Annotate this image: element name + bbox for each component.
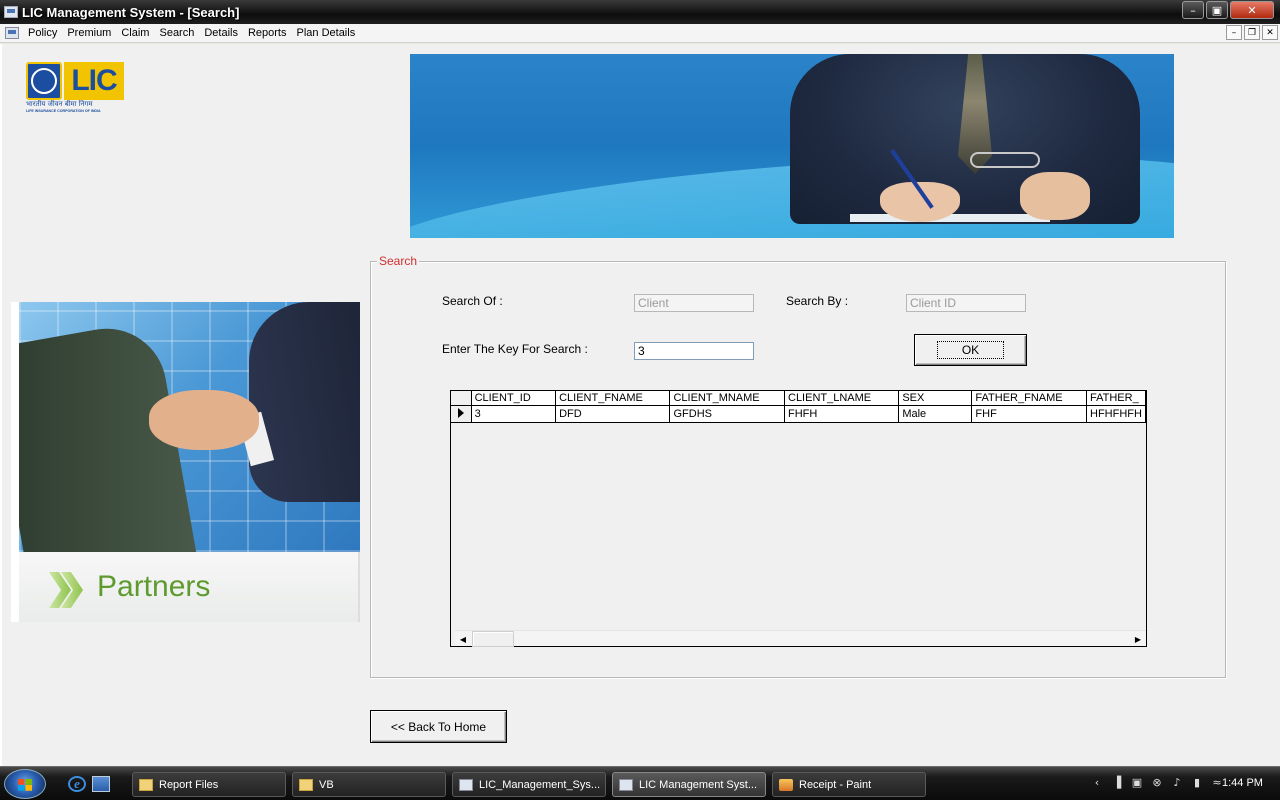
window-title: LIC Management System - [Search] bbox=[22, 4, 240, 20]
grid-header-row: CLIENT_ID CLIENT_FNAME CLIENT_MNAME CLIE… bbox=[451, 391, 1146, 406]
volume-icon[interactable]: ♪ bbox=[1170, 775, 1184, 789]
app-icon bbox=[619, 778, 633, 791]
lic-logo: LIC भारतीय जीवन बीमा निगम LIFE INSURANCE… bbox=[26, 62, 124, 114]
table-row[interactable]: 3 DFD GFDHS FHFH Male FHF HFHFHFH bbox=[451, 405, 1146, 423]
partners-image: Partners bbox=[11, 302, 360, 622]
title-bar: LIC Management System - [Search] – ▣ ✕ bbox=[0, 0, 1280, 24]
results-table: CLIENT_ID CLIENT_FNAME CLIENT_MNAME CLIE… bbox=[451, 391, 1146, 423]
menu-search[interactable]: Search bbox=[154, 27, 199, 39]
menu-details[interactable]: Details bbox=[199, 27, 243, 39]
taskbar-item-lic-system[interactable]: LIC Management Syst... bbox=[612, 772, 766, 797]
app-icon bbox=[459, 778, 473, 791]
grid-cell[interactable]: DFD bbox=[555, 405, 671, 423]
column-header[interactable]: CLIENT_MNAME bbox=[669, 391, 785, 406]
network-signal-icon[interactable]: ▐ bbox=[1110, 775, 1124, 789]
start-button[interactable] bbox=[4, 769, 46, 799]
column-header[interactable]: CLIENT_LNAME bbox=[784, 391, 900, 406]
search-frame-legend: Search bbox=[377, 254, 420, 268]
search-key-input[interactable] bbox=[634, 342, 754, 360]
close-button[interactable]: ✕ bbox=[1230, 1, 1274, 19]
show-desktop-icon[interactable] bbox=[92, 776, 110, 792]
taskbar-item-label: Receipt - Paint bbox=[799, 778, 872, 791]
child-close-button[interactable]: ✕ bbox=[1262, 25, 1278, 40]
grid-cell[interactable]: FHF bbox=[971, 405, 1088, 423]
folder-icon bbox=[299, 778, 313, 791]
search-key-label: Enter The Key For Search : bbox=[442, 342, 588, 356]
menu-reports[interactable]: Reports bbox=[243, 27, 292, 39]
partners-label: Partners bbox=[97, 570, 211, 603]
ok-button-label: OK bbox=[936, 341, 1005, 359]
lic-logo-text: LIC bbox=[64, 62, 124, 100]
results-grid[interactable]: CLIENT_ID CLIENT_FNAME CLIENT_MNAME CLIE… bbox=[450, 390, 1147, 647]
banner-hand-right bbox=[1020, 172, 1090, 220]
ok-button[interactable]: OK bbox=[914, 334, 1027, 366]
taskbar-item-report-files[interactable]: Report Files bbox=[132, 772, 286, 797]
lic-emblem-icon bbox=[26, 62, 62, 100]
system-tray: ‹ ▐ ▣ ⊗ ♪ ▮ ≈ bbox=[1090, 775, 1224, 789]
back-to-home-button[interactable]: << Back To Home bbox=[370, 710, 507, 743]
taskbar-item-label: LIC_Management_Sys... bbox=[479, 778, 601, 791]
lic-english-name: LIFE INSURANCE CORPORATION OF INDIA bbox=[26, 109, 101, 113]
grid-horizontal-scrollbar[interactable]: ◀ ▶ bbox=[455, 630, 1146, 647]
grid-cell[interactable]: Male bbox=[898, 405, 973, 423]
column-header[interactable]: SEX bbox=[898, 391, 973, 406]
menu-plan-details[interactable]: Plan Details bbox=[292, 27, 361, 39]
column-header[interactable]: FATHER_ bbox=[1086, 391, 1146, 406]
network-icon[interactable]: ▣ bbox=[1130, 775, 1144, 789]
app-root: LIC Management System - [Search] – ▣ ✕ P… bbox=[0, 0, 1280, 800]
app-icon bbox=[4, 6, 18, 18]
mdi-child-controls: – ❐ ✕ bbox=[1226, 25, 1278, 40]
lic-hindi-name: भारतीय जीवन बीमा निगम bbox=[26, 100, 93, 108]
column-header[interactable]: CLIENT_ID bbox=[471, 391, 557, 406]
handshake-photo bbox=[19, 302, 360, 552]
menu-claim[interactable]: Claim bbox=[116, 27, 154, 39]
row-selector[interactable] bbox=[451, 405, 472, 423]
show-hidden-icons-icon[interactable]: ‹ bbox=[1090, 775, 1104, 789]
partners-caption-panel: Partners bbox=[19, 552, 360, 622]
grid-cell[interactable]: 3 bbox=[471, 405, 557, 423]
menu-premium[interactable]: Premium bbox=[62, 27, 116, 39]
search-of-label: Search Of : bbox=[442, 294, 503, 308]
minimize-button[interactable]: – bbox=[1182, 1, 1204, 19]
paint-icon bbox=[779, 778, 793, 791]
taskbar-item-vb[interactable]: VB bbox=[292, 772, 446, 797]
column-header[interactable]: CLIENT_FNAME bbox=[555, 391, 671, 406]
header-banner-image bbox=[410, 54, 1174, 238]
grid-cell[interactable]: FHFH bbox=[784, 405, 900, 423]
search-by-label: Search By : bbox=[786, 294, 849, 308]
scroll-right-icon[interactable]: ▶ bbox=[1130, 631, 1146, 647]
taskbar-item-paint[interactable]: Receipt - Paint bbox=[772, 772, 926, 797]
window-controls: – ▣ ✕ bbox=[1182, 1, 1274, 19]
taskbar: e Report Files VB LIC_Management_Sys... … bbox=[0, 766, 1280, 800]
menu-policy[interactable]: Policy bbox=[23, 27, 62, 39]
child-restore-button[interactable]: ❐ bbox=[1244, 25, 1260, 40]
restore-button[interactable]: ▣ bbox=[1206, 1, 1228, 19]
photo-sleeve-right bbox=[249, 302, 360, 502]
taskbar-item-label: LIC Management Syst... bbox=[639, 778, 757, 791]
folder-icon bbox=[139, 778, 153, 791]
taskbar-item-label: VB bbox=[319, 778, 334, 791]
clock[interactable]: 1:44 PM bbox=[1222, 777, 1263, 789]
column-header[interactable]: FATHER_FNAME bbox=[971, 391, 1088, 406]
taskbar-item-lic-project[interactable]: LIC_Management_Sys... bbox=[452, 772, 606, 797]
scroll-left-icon[interactable]: ◀ bbox=[455, 631, 471, 647]
security-alert-icon[interactable]: ⊗ bbox=[1150, 775, 1164, 789]
battery-icon[interactable]: ▮ bbox=[1190, 775, 1204, 789]
internet-explorer-icon[interactable]: e bbox=[68, 776, 86, 792]
search-by-field[interactable] bbox=[906, 294, 1026, 312]
taskbar-item-label: Report Files bbox=[159, 778, 219, 791]
photo-handshake bbox=[149, 390, 259, 450]
banner-glasses bbox=[970, 152, 1040, 168]
menu-bar: Policy Premium Claim Search Details Repo… bbox=[0, 24, 1280, 43]
mdi-child-icon[interactable] bbox=[5, 27, 19, 39]
scroll-thumb[interactable] bbox=[472, 631, 514, 647]
current-row-arrow-icon bbox=[457, 408, 464, 418]
search-of-field[interactable] bbox=[634, 294, 754, 312]
grid-cell[interactable]: HFHFHFH bbox=[1086, 405, 1146, 423]
grid-cell[interactable]: GFDHS bbox=[669, 405, 785, 423]
grid-corner bbox=[451, 391, 472, 406]
child-minimize-button[interactable]: – bbox=[1226, 25, 1242, 40]
